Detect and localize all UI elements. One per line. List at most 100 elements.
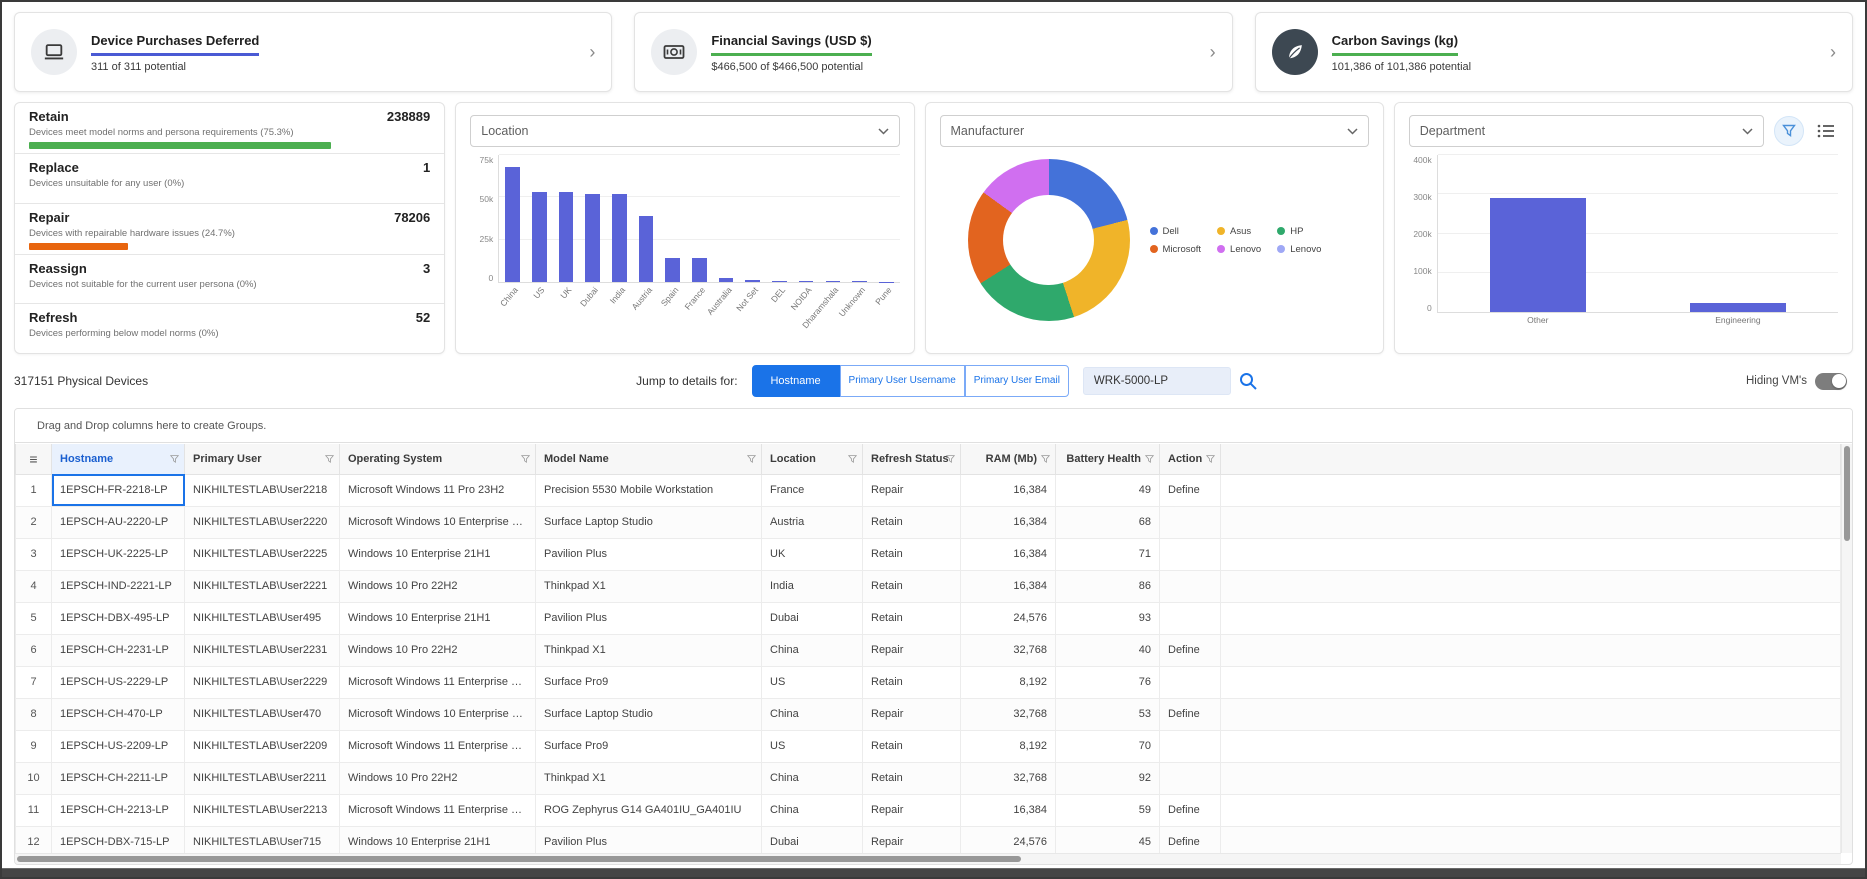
table-row[interactable]: 31EPSCH-UK-2225-LPNIKHILTESTLAB\User2225… [16, 538, 1841, 570]
legend-item-asus[interactable]: Asus [1217, 226, 1261, 237]
jump-primary-user-username-button[interactable]: Primary User Username [840, 365, 965, 397]
bar-UK[interactable]: UK [553, 155, 580, 282]
define-action[interactable]: Define [1160, 698, 1221, 730]
chevron-right-icon[interactable]: › [1830, 43, 1836, 61]
legend-item-hp[interactable]: HP [1277, 226, 1321, 237]
search-icon[interactable] [1238, 371, 1258, 391]
cell: 45 [1056, 826, 1160, 853]
vertical-scrollbar[interactable] [1841, 444, 1852, 853]
bar-US[interactable]: US [526, 155, 553, 282]
bar-Engineering[interactable]: Engineering [1638, 155, 1838, 312]
cell: Repair [863, 634, 961, 666]
bar-India[interactable]: India [606, 155, 633, 282]
summary-item-reassign[interactable]: Reassign3 Devices not suitable for the c… [15, 255, 444, 305]
hiding-vms-toggle[interactable] [1815, 373, 1847, 390]
bar-Other[interactable]: Other [1438, 155, 1638, 312]
bar-Unknown[interactable]: Unknown [846, 155, 873, 282]
filter-funnel-icon[interactable] [848, 454, 857, 463]
cell: NIKHILTESTLAB\User715 [185, 826, 340, 853]
bar-Australia[interactable]: Australia [713, 155, 740, 282]
bar-DEL[interactable]: DEL [766, 155, 793, 282]
summary-description: Devices performing below model norms (0%… [29, 328, 430, 339]
kpi-card-carbon-savings[interactable]: Carbon Savings (kg) 101,386 of 101,386 p… [1255, 12, 1853, 92]
filter-funnel-icon[interactable] [325, 454, 334, 463]
kpi-card-financial-savings[interactable]: Financial Savings (USD $) $466,500 of $4… [634, 12, 1232, 92]
jump-hostname-button[interactable]: Hostname [752, 365, 840, 397]
filter-funnel-icon[interactable] [1041, 454, 1050, 463]
kpi-card-device-purchases[interactable]: Device Purchases Deferred 311 of 311 pot… [14, 12, 612, 92]
menu-icon[interactable]: ≡ [16, 444, 52, 474]
chevron-right-icon[interactable]: › [589, 43, 595, 61]
legend-item-microsoft[interactable]: Microsoft [1150, 244, 1202, 255]
filter-icon[interactable] [1774, 116, 1804, 146]
list-view-icon[interactable] [1814, 119, 1838, 143]
table-row[interactable]: 121EPSCH-DBX-715-LPNIKHILTESTLAB\User715… [16, 826, 1841, 853]
chevron-right-icon[interactable]: › [1210, 43, 1216, 61]
legend-item-dell[interactable]: Dell [1150, 226, 1202, 237]
summary-item-replace[interactable]: Replace1 Devices unsuitable for any user… [15, 154, 444, 204]
vertical-scrollbar-thumb[interactable] [1844, 446, 1850, 541]
table-row[interactable]: 11EPSCH-FR-2218-LPNIKHILTESTLAB\User2218… [16, 474, 1841, 506]
column-header-operating-system[interactable]: Operating System [340, 444, 536, 474]
bar-France[interactable]: France [686, 155, 713, 282]
table-row[interactable]: 111EPSCH-CH-2213-LPNIKHILTESTLAB\User221… [16, 794, 1841, 826]
table-row[interactable]: 101EPSCH-CH-2211-LPNIKHILTESTLAB\User221… [16, 762, 1841, 794]
bar-NOIDA[interactable]: NOIDA [793, 155, 820, 282]
column-header-ram-mb-[interactable]: RAM (Mb) [961, 444, 1056, 474]
column-header-location[interactable]: Location [762, 444, 863, 474]
filter-funnel-icon[interactable] [1145, 454, 1154, 463]
define-action[interactable]: Define [1160, 794, 1221, 826]
column-header-action[interactable]: Action [1160, 444, 1221, 474]
legend-item-lenovo[interactable]: Lenovo [1277, 244, 1321, 255]
manufacturer-filter-select[interactable]: Manufacturer [940, 115, 1369, 147]
search-input[interactable] [1092, 374, 1222, 388]
summary-item-repair[interactable]: Repair78206 Devices with repairable hard… [15, 204, 444, 255]
filter-funnel-icon[interactable] [521, 454, 530, 463]
filter-funnel-icon[interactable] [946, 454, 955, 463]
table-row[interactable]: 91EPSCH-US-2209-LPNIKHILTESTLAB\User2209… [16, 730, 1841, 762]
manufacturer-donut-chart[interactable] [968, 159, 1130, 321]
bar-Pune[interactable]: Pune [873, 155, 900, 282]
bar-Dubai[interactable]: Dubai [579, 155, 606, 282]
horizontal-scrollbar[interactable] [15, 853, 1841, 864]
jump-primary-user-email-button[interactable]: Primary User Email [965, 365, 1069, 397]
cell: 93 [1056, 602, 1160, 634]
cell: NIKHILTESTLAB\User2211 [185, 762, 340, 794]
legend-item-lenovo[interactable]: Lenovo [1217, 244, 1261, 255]
bar-Austria[interactable]: Austria [633, 155, 660, 282]
column-header-hostname[interactable]: Hostname [52, 444, 185, 474]
table-row[interactable]: 21EPSCH-AU-2220-LPNIKHILTESTLAB\User2220… [16, 506, 1841, 538]
define-action[interactable]: Define [1160, 826, 1221, 853]
filter-funnel-icon[interactable] [170, 454, 179, 463]
cell: 16,384 [961, 538, 1056, 570]
define-action[interactable]: Define [1160, 474, 1221, 506]
bar-Spain[interactable]: Spain [659, 155, 686, 282]
define-action[interactable]: Define [1160, 634, 1221, 666]
bar-China[interactable]: China [499, 155, 526, 282]
column-header-refresh-status[interactable]: Refresh Status [863, 444, 961, 474]
x-label: Engineering [1715, 315, 1760, 325]
column-header-primary-user[interactable]: Primary User [185, 444, 340, 474]
department-filter-select[interactable]: Department [1409, 115, 1764, 147]
group-drop-zone[interactable]: Drag and Drop columns here to create Gro… [15, 409, 1852, 443]
table-row[interactable]: 51EPSCH-DBX-495-LPNIKHILTESTLAB\User495W… [16, 602, 1841, 634]
summary-item-retain[interactable]: Retain238889 Devices meet model norms an… [15, 103, 444, 154]
location-filter-select[interactable]: Location [470, 115, 899, 147]
dashboard-window: Device Purchases Deferred 311 of 311 pot… [0, 0, 1867, 879]
filter-funnel-icon[interactable] [1206, 454, 1215, 463]
summary-item-refresh[interactable]: Refresh52 Devices performing below model… [15, 304, 444, 353]
row-filler [1221, 506, 1841, 538]
y-tick: 100k [1409, 266, 1432, 276]
horizontal-scrollbar-thumb[interactable] [17, 856, 1021, 862]
cell: China [762, 634, 863, 666]
table-row[interactable]: 81EPSCH-CH-470-LPNIKHILTESTLAB\User470Mi… [16, 698, 1841, 730]
bar-Not Set[interactable]: Not Set [739, 155, 766, 282]
table-row[interactable]: 41EPSCH-IND-2221-LPNIKHILTESTLAB\User222… [16, 570, 1841, 602]
filter-funnel-icon[interactable] [747, 454, 756, 463]
row-number: 6 [16, 634, 52, 666]
table-row[interactable]: 71EPSCH-US-2229-LPNIKHILTESTLAB\User2229… [16, 666, 1841, 698]
column-header-model-name[interactable]: Model Name [536, 444, 762, 474]
table-row[interactable]: 61EPSCH-CH-2231-LPNIKHILTESTLAB\User2231… [16, 634, 1841, 666]
bar-Dharamshala[interactable]: Dharamshala [820, 155, 847, 282]
column-header-battery-health[interactable]: Battery Health [1056, 444, 1160, 474]
